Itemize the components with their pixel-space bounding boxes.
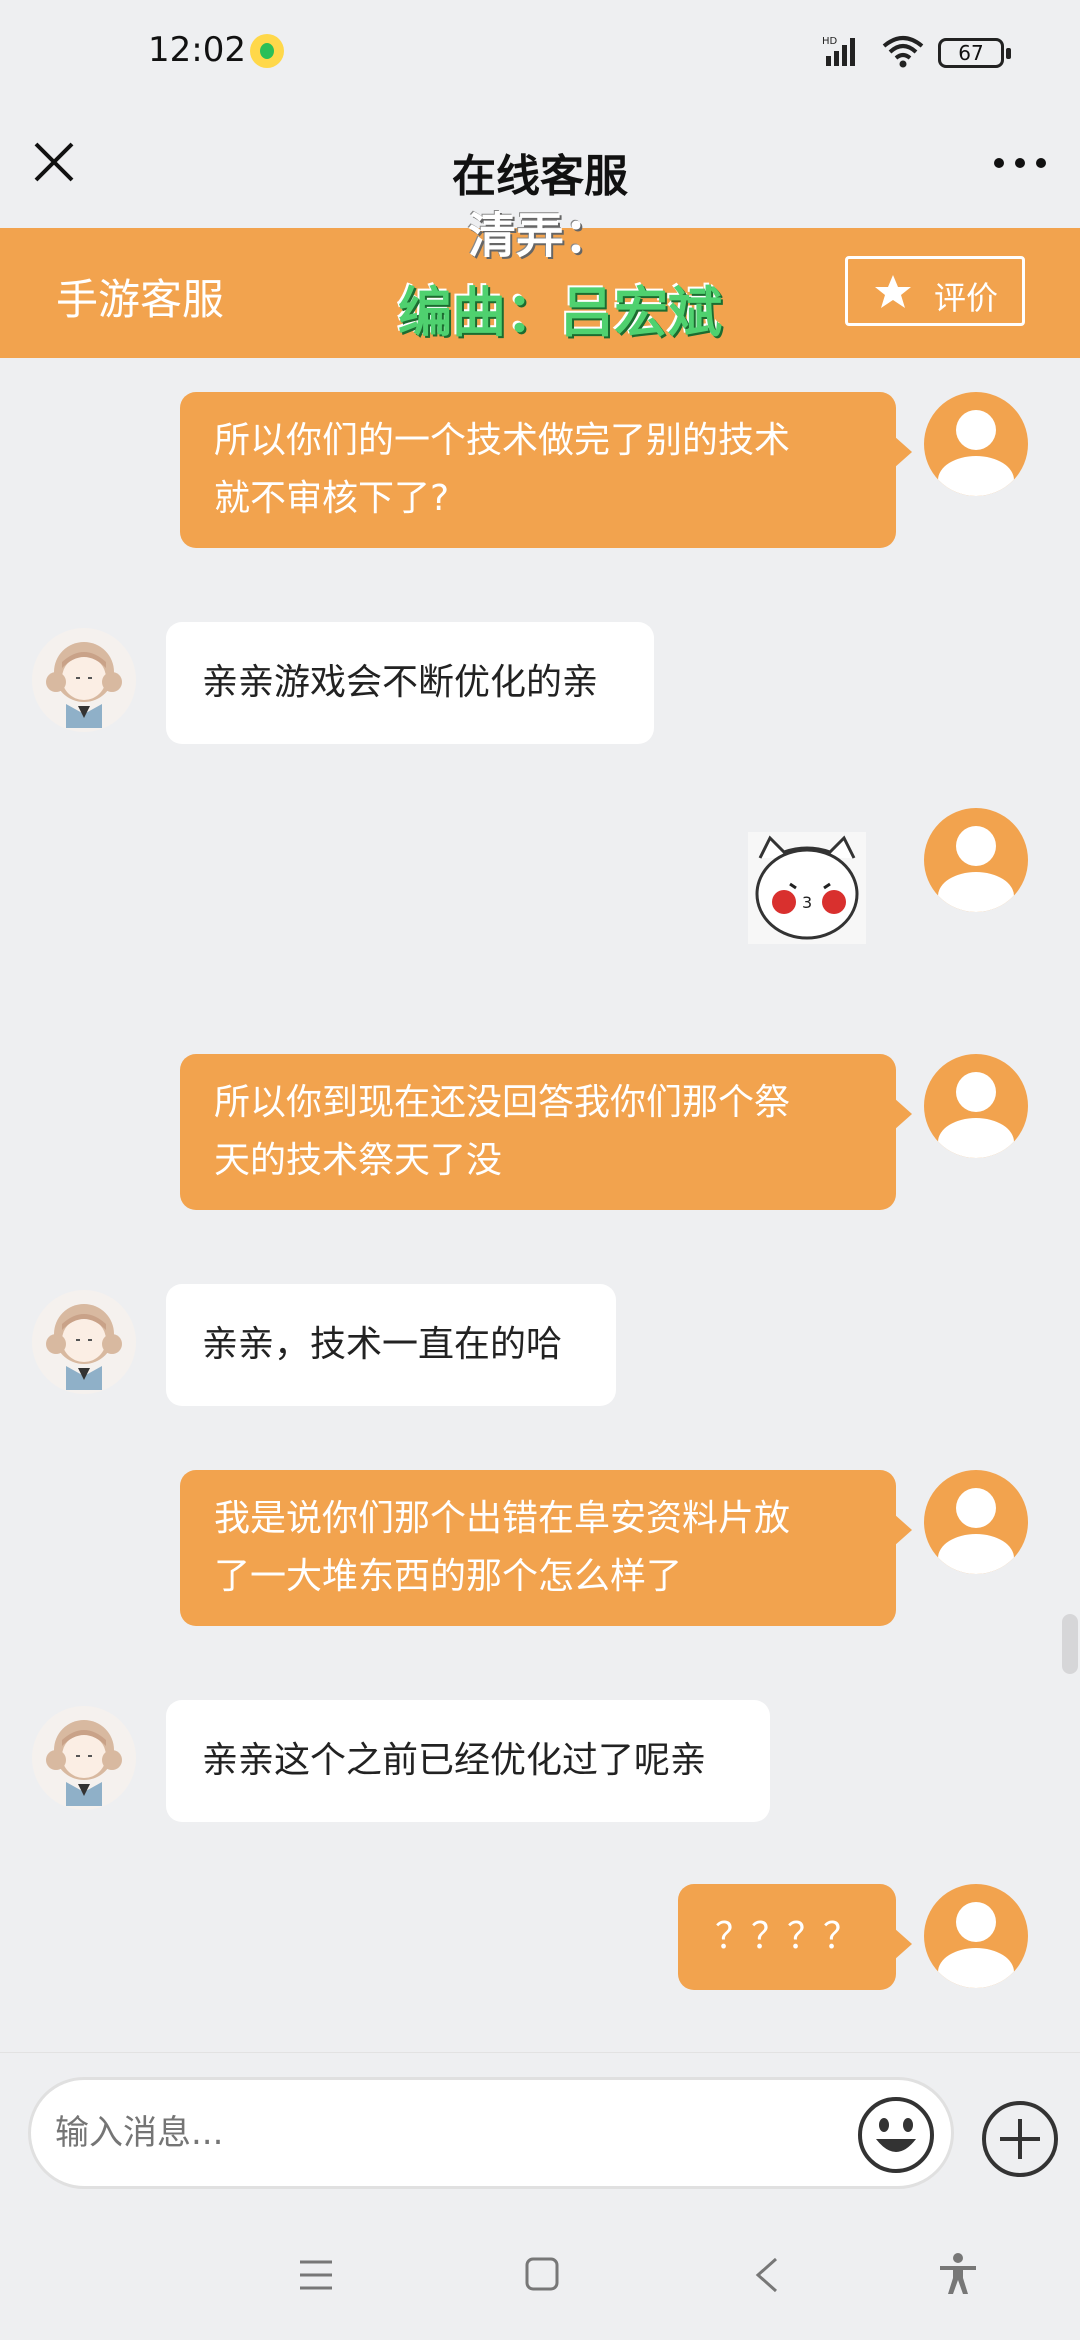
message-text: 亲亲这个之前已经优化过了呢亲 [202,1740,707,1781]
agent-avatar-icon [46,642,122,728]
emoji-icon[interactable] [856,2095,936,2175]
scrollbar-thumb[interactable] [1062,1614,1078,1674]
message-bubble-outgoing[interactable]: 所以你到现在还没回答我你们那个祭 天的技术祭天了没 [180,1054,912,1210]
message-bubble-incoming[interactable]: 亲亲这个之前已经优化过了呢亲 [166,1700,770,1822]
svg-text:3: 3 [802,893,812,912]
message-bubble-outgoing[interactable]: 我是说你们那个出错在阜安资料片放 了一大堆东西的那个怎么样了 [180,1470,912,1626]
message-text: 就不审核下了? [214,478,450,519]
signal-icon: HD [822,36,855,66]
battery-indicator: 67 [938,38,1011,68]
accessibility-icon[interactable] [936,2252,980,2296]
message-bubble-incoming[interactable]: 亲亲，技术一直在的哈 [166,1284,616,1406]
user-avatar[interactable] [924,1884,1028,1988]
message-text: 了一大堆东西的那个怎么样了 [214,1556,683,1597]
status-bar: 12:02 HD 67 [0,0,1080,104]
agent-avatar[interactable] [32,1706,136,1810]
svg-text:HD: HD [822,36,838,47]
lyric-line-1: 清弄： [467,208,612,264]
message-bubble-outgoing[interactable]: 所以你们的一个技术做完了别的技术 就不审核下了? [180,392,912,548]
user-avatar[interactable] [924,1470,1028,1574]
input-bar [0,2052,1080,2210]
music-app-icon [250,34,284,68]
message-text: 我是说你们那个出错在阜安资料片放 [214,1498,791,1539]
user-avatar[interactable] [924,808,1028,912]
back-icon[interactable] [752,2256,782,2294]
message-text: 天的技术祭天了没 [214,1140,503,1181]
message-bubble-outgoing[interactable]: ？？？？ [678,1884,912,1990]
message-input[interactable] [28,2077,954,2189]
plus-icon[interactable] [980,2099,1060,2179]
message-text: ？？？？ [714,1916,859,1957]
chat-area[interactable]: 所以你们的一个技术做完了别的技术 就不审核下了? 亲亲游戏会不断优化的亲 3 所… [0,358,1080,2052]
menu-icon[interactable] [298,2258,334,2292]
system-nav-bar [0,2210,1080,2340]
user-avatar[interactable] [924,1054,1028,1158]
home-icon[interactable] [524,2256,560,2292]
cat-blush-sticker[interactable]: 3 [748,832,866,944]
status-time: 12:02 [148,30,246,70]
message-text: 亲亲游戏会不断优化的亲 [202,662,599,703]
message-bubble-incoming[interactable]: 亲亲游戏会不断优化的亲 [166,622,654,744]
lyric-line-2: 编曲：吕宏斌 [398,281,722,344]
page-title: 在线客服 [452,151,628,202]
message-text: 所以你们的一个技术做完了别的技术 [214,420,791,461]
agent-avatar-icon [46,1720,122,1806]
message-text: 所以你到现在还没回答我你们那个祭 [214,1082,791,1123]
wifi-icon [882,36,924,68]
agent-avatar[interactable] [32,1290,136,1394]
agent-avatar-icon [46,1304,122,1390]
more-icon[interactable] [992,156,1048,170]
message-text: 亲亲，技术一直在的哈 [202,1324,563,1365]
user-avatar[interactable] [924,392,1028,496]
agent-avatar[interactable] [32,628,136,732]
